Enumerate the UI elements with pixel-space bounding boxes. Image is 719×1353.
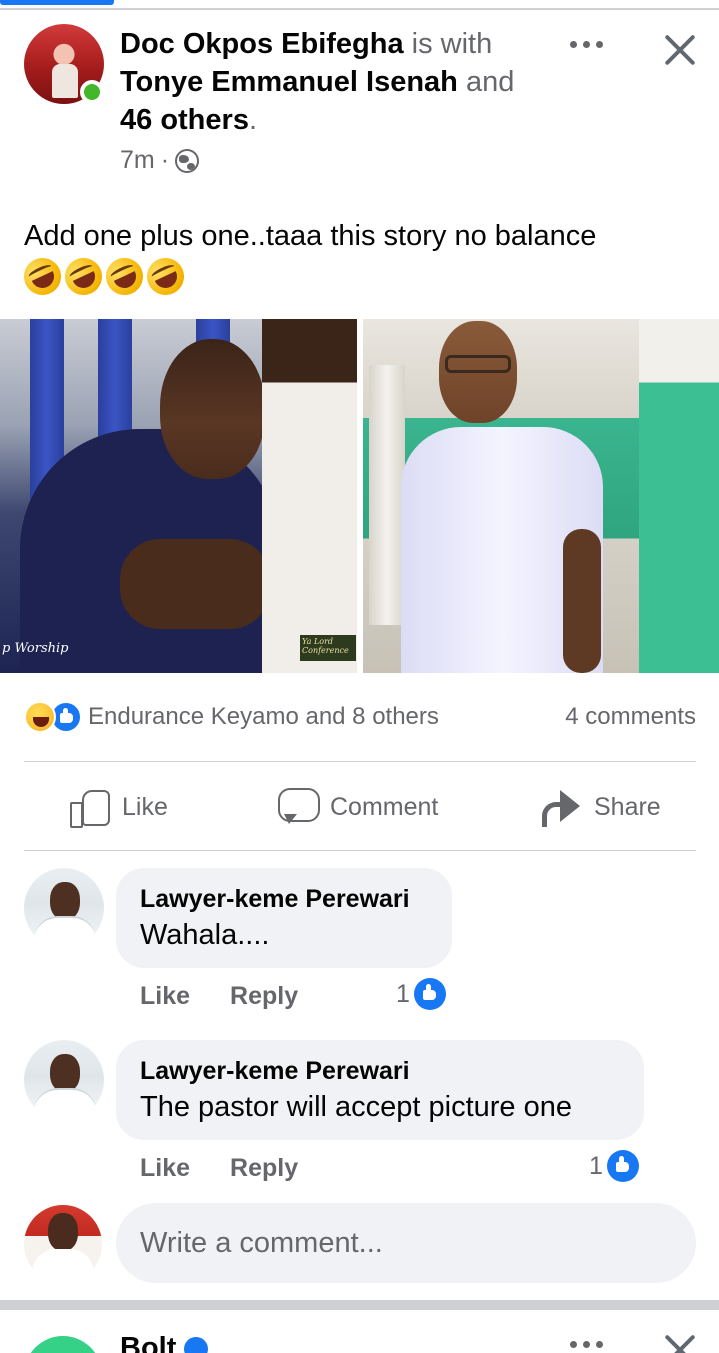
haha-reaction-icon <box>24 701 56 733</box>
post-time[interactable]: 7m <box>120 146 155 175</box>
post-author-line: Doc Okpos Ebifegha is with Tonye Emmanue… <box>120 25 550 139</box>
comment-bubble-icon <box>278 788 320 826</box>
share-label: Share <box>594 792 661 821</box>
comment-composer: Write a comment... <box>24 1203 696 1283</box>
like-icon <box>606 1150 639 1182</box>
comment-item: Lawyer-keme Perewari Wahala.... Like Rep… <box>24 868 696 1018</box>
thumbs-up-icon <box>70 788 110 828</box>
comment-label: Comment <box>330 792 439 821</box>
current-user-avatar[interactable] <box>24 1205 102 1283</box>
next-post-avatar[interactable] <box>24 1336 102 1353</box>
comment-bubble: Lawyer-keme Perewari The pastor will acc… <box>116 1040 644 1140</box>
divider <box>24 850 696 851</box>
photo-caption: p Worship <box>2 641 69 656</box>
commenter-name[interactable]: Lawyer-keme Perewari <box>140 882 428 916</box>
more-options-icon[interactable] <box>566 34 606 54</box>
like-button[interactable]: Like <box>70 763 168 851</box>
comment-text: The pastor will accept picture one <box>140 1091 572 1123</box>
comment-input[interactable]: Write a comment... <box>116 1203 696 1283</box>
rofl-icon <box>17 251 68 302</box>
author-name[interactable]: Doc Okpos Ebifegha <box>120 28 404 60</box>
meta-separator: · <box>160 146 170 174</box>
comment-reply-button[interactable]: Reply <box>230 1154 298 1183</box>
online-status-icon <box>80 80 104 104</box>
reactions-row[interactable]: Endurance Keyamo and 8 others 4 comments <box>24 700 696 734</box>
comment-like-count[interactable]: 1 <box>589 1150 639 1182</box>
comment-bubble: Lawyer-keme Perewari Wahala.... <box>116 868 452 968</box>
share-arrow-icon <box>540 788 582 827</box>
rofl-icon <box>58 251 109 302</box>
post-separator <box>0 1300 719 1310</box>
rofl-icon <box>99 251 150 302</box>
next-post-card: Bolt <box>0 1310 719 1353</box>
and-text: and <box>465 66 515 98</box>
like-label: Like <box>122 792 168 821</box>
post-actions: Like Comment Share <box>24 763 696 851</box>
divider <box>24 761 696 762</box>
photo-worship[interactable]: p Worship Ya Lord Conference <box>0 319 357 673</box>
with-text: is with <box>411 28 493 60</box>
next-post-author[interactable]: Bolt <box>120 1332 209 1353</box>
period-text: . <box>248 104 258 136</box>
active-tab-indicator <box>0 0 114 5</box>
tagged-name[interactable]: Tonye Emmanuel Isenah <box>120 66 458 98</box>
tagged-others[interactable]: 46 others <box>120 104 249 136</box>
commenter-avatar[interactable] <box>24 1040 104 1120</box>
comment-text: Wahala.... <box>140 919 270 951</box>
photo-portrait[interactable] <box>363 319 719 673</box>
next-post-author-name[interactable]: Bolt <box>120 1332 176 1353</box>
photo-badge: Ya Lord Conference <box>300 635 356 661</box>
comment-actions: Like Reply <box>140 1154 298 1183</box>
share-button[interactable]: Share <box>540 763 661 851</box>
verified-badge-icon <box>184 1336 209 1353</box>
comment-likes-number: 1 <box>396 979 410 1008</box>
comment-like-count[interactable]: 1 <box>396 978 446 1010</box>
post-emoji-row <box>17 251 191 302</box>
close-icon[interactable] <box>660 1330 700 1353</box>
more-options-icon[interactable] <box>566 1334 606 1353</box>
comment-button[interactable]: Comment <box>278 763 438 851</box>
globe-icon <box>175 148 200 173</box>
comment-likes-number: 1 <box>589 1151 603 1180</box>
comment-actions: Like Reply <box>140 982 298 1011</box>
top-tab-bar <box>0 0 719 10</box>
post-text: Add one plus one..taaa this story no bal… <box>24 220 597 252</box>
post-photos: p Worship Ya Lord Conference <box>0 319 719 673</box>
comments-count[interactable]: 4 comments <box>565 703 696 731</box>
reactors-summary[interactable]: Endurance Keyamo and 8 others <box>88 703 439 731</box>
close-icon[interactable] <box>660 30 700 70</box>
comment-item: Lawyer-keme Perewari The pastor will acc… <box>24 1040 696 1190</box>
post-meta: 7m · <box>120 146 200 175</box>
avatar-figure <box>52 64 78 98</box>
comment-reply-button[interactable]: Reply <box>230 982 298 1011</box>
comment-like-button[interactable]: Like <box>140 982 190 1011</box>
comment-like-button[interactable]: Like <box>140 1154 190 1183</box>
commenter-avatar[interactable] <box>24 868 104 948</box>
commenter-name[interactable]: Lawyer-keme Perewari <box>140 1054 620 1088</box>
rofl-icon <box>140 251 191 302</box>
like-icon <box>413 978 446 1010</box>
